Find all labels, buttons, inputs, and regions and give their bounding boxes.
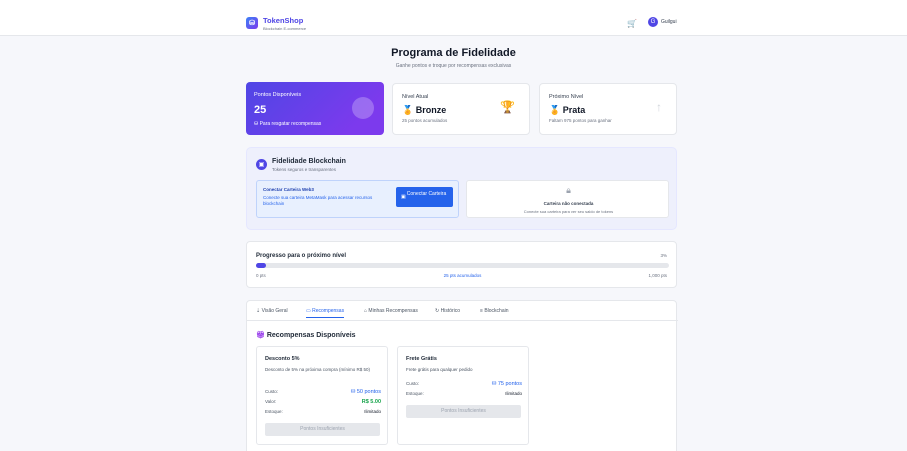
reward-cost-row: Custo: ⛁ 75 pontos [406,381,522,387]
reward-cost: ⛁ 75 pontos [492,381,522,387]
tab-blockchain[interactable]: ≡ Blockchain [480,308,509,314]
reward-stock: Ilimitado [505,391,522,396]
avatar[interactable]: G [648,17,658,27]
progress-max: 1,000 pts [648,273,667,278]
logo-icon[interactable]: ⛁ [246,17,258,29]
rewards-title: Recompensas Disponíveis [266,332,356,339]
reward-stock-label: Estoque: [406,391,424,396]
reward-desc: Desconto de 5% na próxima compra (mínimo… [265,367,371,372]
wallet-icon: ▣ [256,159,267,170]
connect-wallet-desc: Conecte sua carteira MetaMask para acess… [263,195,373,206]
arrow-up-icon: ↑ [656,100,662,114]
coin-icon: ⛁ [491,381,497,387]
lock-icon: 🔒︎ [566,185,571,195]
connect-wallet-box: Conectar Carteira Web3 Conecte sua carte… [256,180,459,218]
reward-title: Frete Grátis [406,356,437,362]
reward-value-label: Valor: [265,399,277,404]
progress-title: Progresso para o próximo nível [256,253,347,259]
reward-desc: Frete grátis para qualquer pedido [406,367,473,372]
tab-bar: ⇣ Visão Geral ▭ Recompensas ⌂ Minhas Rec… [247,301,678,321]
tab-my-rewards-label: Minhas Recompensas [368,308,418,314]
connect-wallet-title: Conectar Carteira Web3 [263,187,314,192]
coins-icon [352,97,374,119]
top-navbar: ⛁ TokenShop Blockchain E-commerce 🛒 G Gu… [0,0,907,36]
points-card: Pontos Disponíveis 25 ⛁ Para resgatar re… [246,82,384,135]
rewards-section-title: 🎁︎ Recompensas Disponíveis [256,331,356,339]
rewards-panel: ⇣ Visão Geral ▭ Recompensas ⌂ Minhas Rec… [246,300,678,451]
reward-title: Desconto 5% [265,356,300,362]
brand-name[interactable]: TokenShop [263,16,303,25]
current-level-label: Nível Atual [402,94,429,100]
page-title: Programa de Fidelidade [391,47,516,59]
points-value: 25 [254,104,267,116]
redeem-button[interactable]: Pontos Insuficientes [265,423,380,436]
current-level-name: Bronze [415,105,447,115]
wallet-status-box: 🔒︎ Carteira não conectada Conecte sua ca… [466,180,669,218]
redeem-button[interactable]: Pontos Insuficientes [406,405,521,418]
tab-overview[interactable]: ⇣ Visão Geral [256,308,288,314]
wallet-status-title: Carteira não conectada [543,201,594,206]
reward-card: Frete Grátis Frete grátis para qualquer … [397,346,529,445]
points-label: Pontos Disponíveis [254,92,302,98]
connect-wallet-button[interactable]: ▣ Conectar Carteira [396,187,453,207]
medal-icon: 🏅 [402,105,416,115]
current-level-note: 25 pontos acumulados [402,118,448,123]
coin-icon: ⛁ [350,389,356,395]
tab-history[interactable]: ↻ Histórico [435,308,460,314]
user-name[interactable]: Guilgui [661,19,677,25]
blockchain-title: Fidelidade Blockchain [272,158,346,165]
points-note: ⛁ Para resgatar recompensas [254,121,321,127]
brand-subtitle: Blockchain E-commerce [263,26,307,31]
trophy-icon: 🏆 [500,100,515,114]
progress-current: 25 pts acumulados [443,273,482,278]
blockchain-panel: ▣ Fidelidade Blockchain Tokens seguros e… [246,147,677,230]
progress-percent: 3% [660,253,667,258]
tab-blockchain-label: Blockchain [484,308,509,314]
tab-overview-label: Visão Geral [261,308,288,314]
reward-cost-value: 75 pontos [497,381,522,387]
tab-rewards-label: Recompensas [312,308,345,314]
tab-rewards[interactable]: ▭ Recompensas [306,308,345,318]
wallet-icon: ▣ [401,194,406,200]
reward-cost-label: Custo: [406,381,420,386]
reward-cost-value: 50 pontos [356,389,381,395]
medal-icon: 🏅 [549,105,563,115]
cart-icon[interactable]: 🛒 [627,19,637,28]
next-level-note: Faltam 975 pontos para ganhar [549,118,612,123]
reward-card: Desconto 5% Desconto de 5% na próxima co… [256,346,388,445]
next-level-name: Prata [562,105,586,115]
reward-value: R$ 5.00 [361,399,381,405]
progress-card: Progresso para o próximo nível 3% 0 pts … [246,241,677,288]
reward-stock-label: Estoque: [265,409,283,414]
wallet-status-desc: Conecte sua carteira para ver seu saldo … [523,209,614,214]
reward-cost-row: Custo: ⛁ 50 pontos [265,389,381,395]
reward-value-row: Valor: R$ 5.00 [265,399,381,405]
tab-history-label: Histórico [440,308,461,314]
progress-bar [256,263,669,268]
points-note-text: Para resgatar recompensas [259,121,322,127]
next-level-card: Próximo Nível 🏅 Prata Faltam 975 pontos … [539,83,677,135]
reward-cost: ⛁ 50 pontos [351,389,381,395]
tab-my-rewards[interactable]: ⌂ Minhas Recompensas [364,308,418,314]
current-level-value: 🏅 Bronze [402,105,446,116]
next-level-label: Próximo Nível [549,94,584,100]
current-level-card: Nível Atual 🏅 Bronze 25 pontos acumulado… [392,83,530,135]
progress-fill [256,263,267,268]
blockchain-subtitle: Tokens seguros e transparentes [272,167,337,172]
reward-stock-row: Estoque: Ilimitado [406,391,522,396]
gift-icon: 🎁︎ [256,332,267,339]
next-level-value: 🏅 Prata [549,105,585,116]
reward-stock: Ilimitado [364,409,381,414]
reward-cost-label: Custo: [265,389,279,394]
reward-stock-row: Estoque: Ilimitado [265,409,381,414]
page-subtitle: Ganhe pontos e troque por recompensas ex… [395,63,512,69]
